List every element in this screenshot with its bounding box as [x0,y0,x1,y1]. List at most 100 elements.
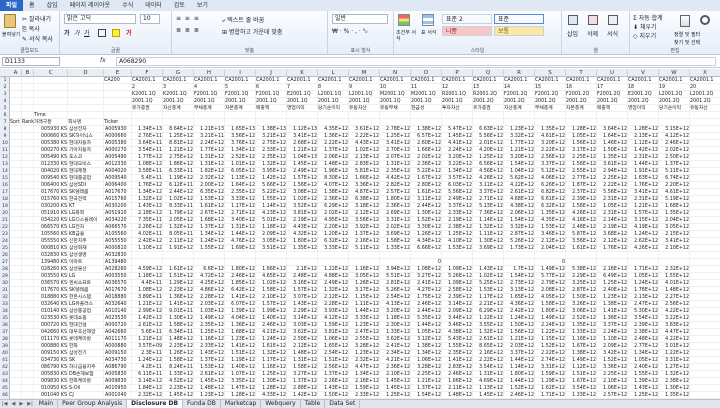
cell[interactable]: 2.54E+12 [380,294,411,301]
cell[interactable]: 2.42E+12 [132,238,163,245]
cell[interactable]: 2.12E+12 [535,238,566,245]
ribbon-tab-4[interactable]: 수식 [116,0,139,11]
row-header[interactable]: 7 [0,119,10,126]
cell[interactable]: CA2001.1 [504,77,535,84]
fill-color-icon[interactable] [112,29,120,37]
cell[interactable]: 1.33E+12 [566,329,597,336]
cell[interactable]: 유동부채 [380,105,411,112]
cell[interactable]: 5.22E+12 [256,189,287,196]
cell[interactable]: 1.02E+12 [287,196,318,203]
cell[interactable]: 1.41E+12 [225,294,256,301]
cell[interactable]: 5.66E+12 [256,182,287,189]
cell[interactable]: 자산총계 [504,105,535,112]
cell[interactable]: 한온시스템 [68,294,104,301]
cell[interactable]: 1.59E+12 [349,385,380,392]
cell[interactable]: 3.41E+12 [628,189,659,196]
cell[interactable]: A139480 [104,259,132,266]
cell[interactable]: 1.96E+12 [318,168,349,175]
cell[interactable]: 1.33E+12 [566,392,597,399]
cell[interactable]: 3.20E+12 [535,140,566,147]
cell[interactable]: 1.77E+12 [504,140,535,147]
cell[interactable]: 부채총계 [194,105,225,112]
cell[interactable]: 1.37E+12 [349,231,380,238]
cell[interactable]: 2.35E+12 [194,322,225,329]
cell[interactable]: 1.58E+12 [163,322,194,329]
column-header-O[interactable]: O [411,69,442,77]
cell[interactable]: 영업이익 [628,105,659,112]
cell[interactable]: 8.65E+12 [473,343,504,350]
cell[interactable]: 2.62E+12 [628,238,659,245]
cell[interactable]: 2.83E+12 [349,161,380,168]
cell[interactable]: 3.20E+12 [380,308,411,315]
cell[interactable]: 2.08E+12 [535,287,566,294]
cell[interactable]: 매출액 [597,105,628,112]
cell[interactable]: 1.61E+12 [566,245,597,252]
cell[interactable]: 1.49E+12 [535,315,566,322]
cell[interactable]: 1.14E+12 [256,203,287,210]
cell[interactable]: CA2001.1 [349,77,380,84]
cell[interactable]: 2.10E+12 [256,294,287,301]
cell[interactable]: CA2001.1 [597,77,628,84]
row-header[interactable]: 46 [0,392,10,399]
cell[interactable]: 1.53E+12 [442,245,473,252]
cell[interactable]: 2.01E+12 [473,140,504,147]
cell[interactable]: 3.54E+12 [566,385,597,392]
cell[interactable]: 유동자산 [349,105,380,112]
cell[interactable]: 4.12E+12 [318,315,349,322]
cell[interactable]: 3.55E+12 [473,322,504,329]
cell[interactable]: 3.14E+12 [287,315,318,322]
cell[interactable]: 4.10E+12 [442,238,473,245]
cell[interactable]: 5.26E+12 [442,273,473,280]
cell[interactable]: 3.21E+11 [194,133,225,140]
cell[interactable]: 2.71E+12 [225,210,256,217]
cell[interactable]: 1.85E+12 [225,280,256,287]
cell[interactable]: 1.37E+12 [287,378,318,385]
cell[interactable]: 3.15E+12 [659,126,690,133]
cell[interactable]: 2.41E+12 [411,280,442,287]
cell[interactable]: 4.23E+12 [256,210,287,217]
cell[interactable]: DB손해보험 [68,371,104,378]
cell[interactable]: 1.66E+12 [256,266,287,273]
find-select-button[interactable]: 찾기 및 선택 [674,39,700,46]
cell[interactable]: 1.68E+12 [225,329,256,336]
cell[interactable]: 1.80E+12 [380,196,411,203]
cell[interactable]: 018880 KS [34,294,68,301]
cell[interactable]: 1.61E+12 [256,343,287,350]
cell[interactable]: 1.54E+12 [504,273,535,280]
font-color-button[interactable]: 가 [126,28,132,37]
cell[interactable]: 5.6E+11 [132,329,163,336]
cell-style-bad[interactable]: 나쁨 [442,26,492,36]
cell[interactable]: 1.26E+12 [163,350,194,357]
cell[interactable]: 3.33E+12 [318,245,349,252]
cell[interactable]: 1.64E+12 [225,182,256,189]
cell[interactable]: 1.21E+12 [132,301,163,308]
cell[interactable]: 4.2E+11 [132,364,163,371]
cell[interactable]: 1.11E+12 [473,231,504,238]
cell[interactable]: CA2001.1 [132,77,163,84]
cell[interactable]: 1.35E+12 [597,154,628,161]
cell[interactable]: 2001.1Q [132,98,163,105]
cell[interactable]: 2.35E+12 [225,189,256,196]
cell[interactable]: 2.49E+12 [318,280,349,287]
cell[interactable]: 3.21E+12 [256,133,287,140]
cell[interactable]: 2.19E+12 [287,217,318,224]
number-format-select[interactable]: 일반 [332,14,388,24]
cell[interactable]: 1.16E+12 [566,336,597,343]
cell[interactable]: 1.59E+12 [535,371,566,378]
cell[interactable]: 4.4E+11 [132,280,163,287]
cell[interactable]: 1.34E+12 [132,189,163,196]
cell[interactable]: 2.56E+12 [659,301,690,308]
cell[interactable]: 1.77E+12 [132,154,163,161]
cell[interactable]: 4.22E+12 [659,308,690,315]
row-header[interactable]: 28 [0,266,10,273]
cell[interactable]: 2.35E+12 [442,350,473,357]
cell[interactable]: 3.26E+12 [566,301,597,308]
cell[interactable]: 2.23E+12 [163,385,194,392]
cell[interactable]: A042660 [104,329,132,336]
column-header-M[interactable]: M [349,69,380,77]
cell[interactable]: 2.13E+12 [349,154,380,161]
cell[interactable]: 1.34E+13 [132,126,163,133]
cell[interactable]: 1.30E+12 [473,238,504,245]
cell[interactable]: 1.76E+12 [132,182,163,189]
cell[interactable]: 1.09E+12 [442,280,473,287]
